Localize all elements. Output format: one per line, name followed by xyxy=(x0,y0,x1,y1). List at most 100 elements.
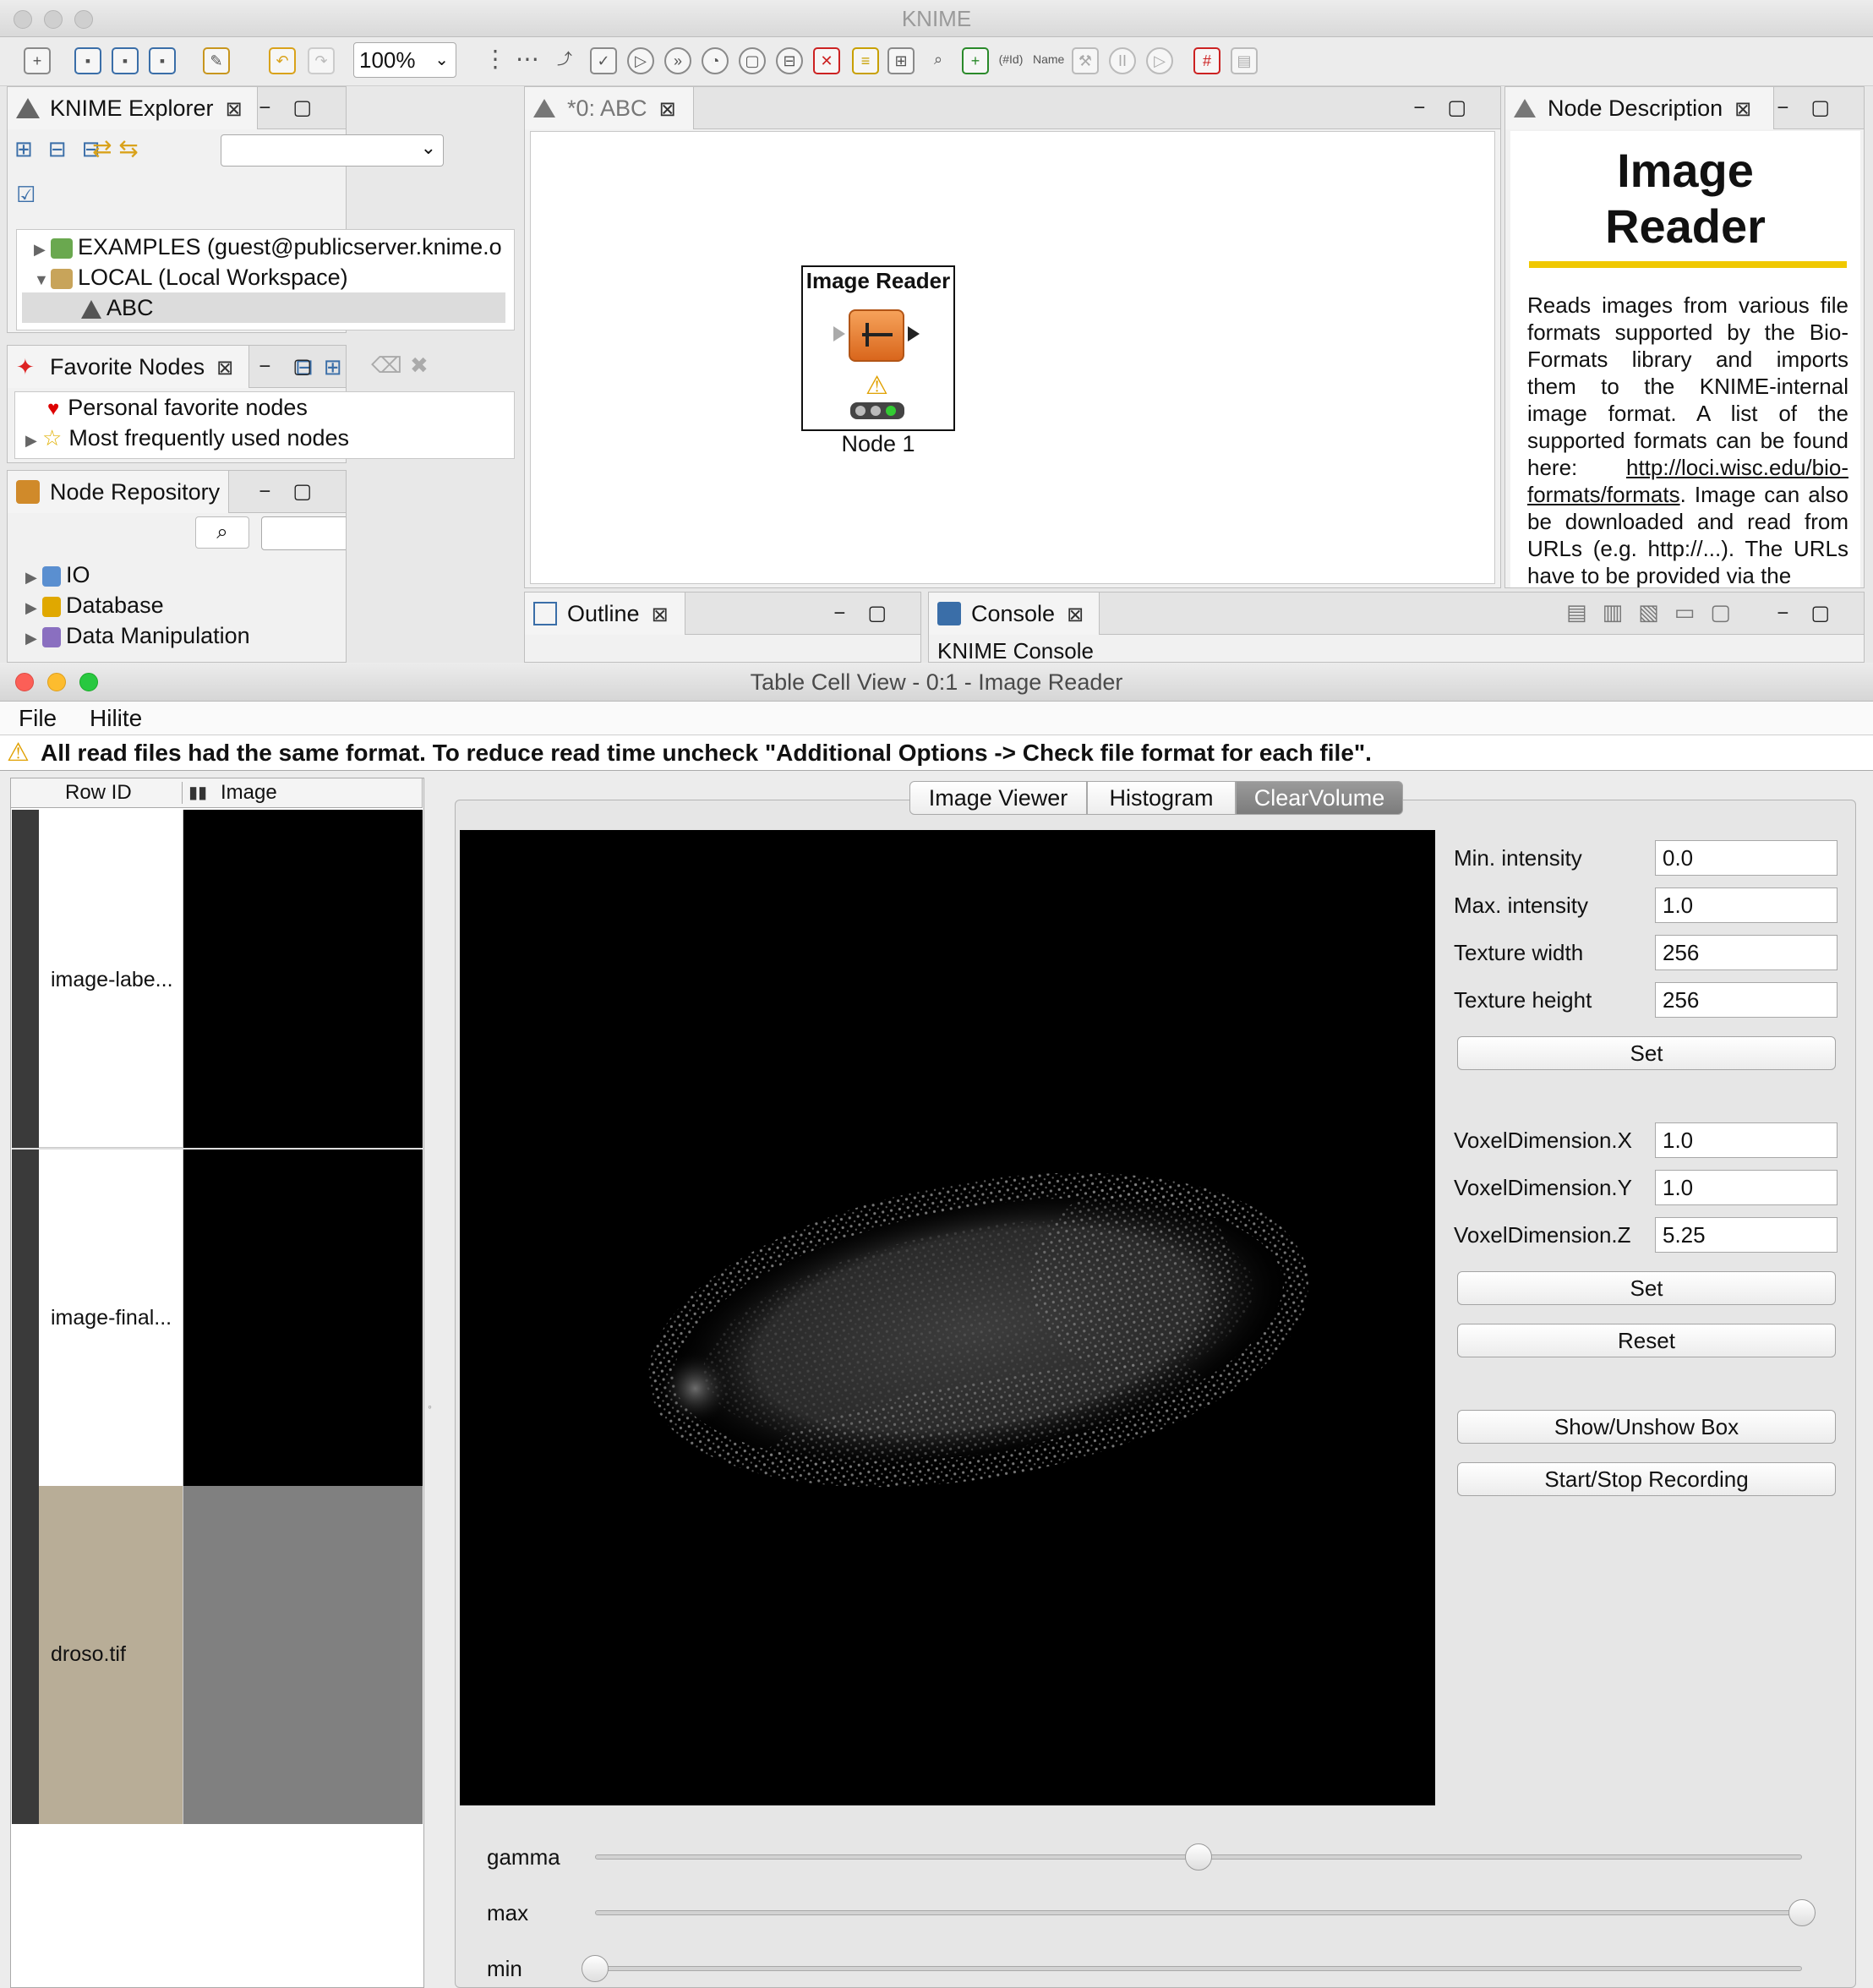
tab-workflow-abc[interactable]: *0: ABC ⊠ xyxy=(525,87,694,129)
auto-layout-icon[interactable]: ⤴ xyxy=(551,47,578,74)
expand-arrow-icon[interactable]: ▶ xyxy=(25,425,42,456)
show-box-button[interactable]: Show/Unshow Box xyxy=(1457,1410,1836,1444)
close-icon[interactable]: ⊠ xyxy=(659,98,676,121)
grid-icon[interactable]: # xyxy=(1193,47,1220,74)
save-as-icon[interactable]: ▪ xyxy=(112,47,139,74)
view-minmax-controls[interactable]: −▢ xyxy=(833,601,909,625)
execute-icon[interactable]: ▷ xyxy=(627,47,654,74)
node-label[interactable]: Node 1 xyxy=(801,431,955,457)
input-port-icon[interactable] xyxy=(833,326,845,341)
sync-icon[interactable]: ⇄ ⇆ xyxy=(92,134,139,162)
table-row[interactable]: image-labe... xyxy=(12,810,423,1148)
wrench-icon[interactable]: ⚒ xyxy=(1072,47,1099,74)
repository-search-input[interactable]: ⌄ xyxy=(261,516,346,550)
close-window-button[interactable] xyxy=(15,673,34,691)
menu-hilite[interactable]: Hilite xyxy=(90,702,142,735)
min-slider-knob[interactable] xyxy=(582,1955,609,1982)
close-icon[interactable]: ⊠ xyxy=(1734,98,1751,121)
set-texture-button[interactable]: Set xyxy=(1457,1036,1836,1070)
mountpoint-select[interactable]: ⌄ xyxy=(221,134,444,167)
cancel-icon[interactable]: ▢ xyxy=(739,47,766,74)
align-horizontal-icon[interactable]: ⋯ xyxy=(514,47,541,74)
reset-icon[interactable]: ✕ xyxy=(813,47,840,74)
save-all-icon[interactable]: ▪ xyxy=(149,47,176,74)
max-slider-track[interactable] xyxy=(595,1910,1802,1915)
undo-icon[interactable]: ↶ xyxy=(269,47,296,74)
tab-node-description[interactable]: Node Description ⊠ xyxy=(1505,87,1774,129)
eraser-icon[interactable]: ⌫ xyxy=(371,352,402,379)
new-workflow-icon[interactable]: + xyxy=(24,47,51,74)
table-row[interactable]: image-final... xyxy=(12,1148,423,1488)
texture-width-field[interactable]: 256 xyxy=(1655,935,1838,970)
splitter-handle[interactable]: ◦ xyxy=(428,1400,432,1413)
redo-icon[interactable]: ↷ xyxy=(308,47,335,74)
execute-open-view-icon[interactable]: ◔ xyxy=(702,47,729,74)
minimize-window-button[interactable] xyxy=(47,673,66,691)
tab-favorite-nodes[interactable]: ✦ Favorite Nodes ⊠ xyxy=(8,346,249,388)
tab-knime-explorer[interactable]: KNIME Explorer ⊠ xyxy=(8,87,258,129)
table-row-selected[interactable]: droso.tif xyxy=(12,1486,423,1824)
output-port-icon[interactable] xyxy=(908,326,920,341)
tree-item-examples[interactable]: ▶ EXAMPLES (guest@publicserver.knime.o xyxy=(34,232,504,262)
tab-outline[interactable]: Outline ⊠ xyxy=(525,593,685,635)
search-icon[interactable]: ⌕ xyxy=(195,516,249,549)
row-selector[interactable] xyxy=(12,810,39,1148)
expand-arrow-icon[interactable]: ▶ xyxy=(25,562,42,593)
zoom-window-button[interactable] xyxy=(74,10,93,29)
step-icon[interactable]: II xyxy=(1109,47,1136,74)
node-name-icon[interactable]: Name xyxy=(1033,47,1064,74)
reset-button[interactable]: Reset xyxy=(1457,1324,1836,1357)
zoom-select[interactable]: 100% ⌄ xyxy=(353,42,456,78)
recording-button[interactable]: Start/Stop Recording xyxy=(1457,1462,1836,1496)
voxel-z-field[interactable]: 5.25 xyxy=(1655,1217,1838,1253)
meta-node-icon[interactable]: + xyxy=(962,47,989,74)
annotation-icon[interactable]: ≡ xyxy=(852,47,879,74)
flow-variable-icon[interactable]: (#Id) xyxy=(997,47,1024,74)
magnifier-icon[interactable]: ⌕ xyxy=(925,47,952,74)
expand-arrow-icon[interactable]: ▶ xyxy=(25,623,42,653)
edit-icon[interactable]: ✎ xyxy=(203,47,230,74)
grid-settings-icon[interactable]: ▤ xyxy=(1231,47,1258,74)
execute-all-icon[interactable]: » xyxy=(664,47,691,74)
texture-height-field[interactable]: 256 xyxy=(1655,982,1838,1018)
tab-console[interactable]: Console ⊠ xyxy=(929,593,1100,635)
volume-render-canvas[interactable] xyxy=(460,830,1435,1805)
view-minmax-controls[interactable]: −▢ xyxy=(1413,96,1488,120)
min-intensity-field[interactable]: 0.0 xyxy=(1655,840,1838,876)
close-window-button[interactable] xyxy=(14,10,32,29)
save-icon[interactable]: ▪ xyxy=(74,47,101,74)
favorites-personal[interactable]: ♥ Personal favorite nodes xyxy=(47,392,308,423)
tab-node-repository[interactable]: Node Repository xyxy=(8,471,229,513)
close-icon[interactable]: ⊠ xyxy=(1067,604,1084,626)
view-minmax-controls[interactable]: −▢ xyxy=(1777,601,1852,625)
open-view-icon[interactable]: ⊞ xyxy=(887,47,915,74)
repo-item-io[interactable]: ▶ IO xyxy=(25,560,90,590)
configure-explorer-icon[interactable]: ☑ xyxy=(16,182,35,208)
zoom-window-button[interactable] xyxy=(79,673,98,691)
close-icon[interactable]: ⊠ xyxy=(226,98,243,121)
favorites-frequent[interactable]: ▶ ☆ Most frequently used nodes xyxy=(25,423,349,453)
repo-item-data-manipulation[interactable]: ▶ Data Manipulation xyxy=(25,620,250,651)
expand-arrow-icon[interactable]: ▶ xyxy=(34,234,51,262)
tree-item-local[interactable]: ▼ LOCAL (Local Workspace) xyxy=(34,262,348,292)
image-reader-node[interactable]: Image Reader ⚠ xyxy=(801,265,955,431)
expand-arrow-icon[interactable]: ▶ xyxy=(25,593,42,623)
row-selector[interactable] xyxy=(12,1486,39,1824)
repo-item-database[interactable]: ▶ Database xyxy=(25,590,164,620)
row-selector[interactable] xyxy=(12,1150,39,1488)
minimize-window-button[interactable] xyxy=(44,10,63,29)
menu-file[interactable]: File xyxy=(19,702,57,735)
close-icon[interactable]: ⊠ xyxy=(652,604,669,626)
tab-histogram[interactable]: Histogram xyxy=(1087,781,1236,815)
collapse-arrow-icon[interactable]: ▼ xyxy=(34,265,51,295)
column-header-rowid[interactable]: Row ID xyxy=(65,778,132,807)
close-icon[interactable]: ⊠ xyxy=(216,357,233,380)
tree-item-abc[interactable]: ABC xyxy=(22,292,505,323)
voxel-x-field[interactable]: 1.0 xyxy=(1655,1122,1838,1158)
tab-image-viewer[interactable]: Image Viewer xyxy=(909,781,1087,815)
gamma-slider-knob[interactable] xyxy=(1185,1843,1212,1871)
tab-clearvolume[interactable]: ClearVolume xyxy=(1236,781,1403,815)
column-header-image[interactable]: Image xyxy=(221,778,277,807)
configure-icon[interactable]: ✓ xyxy=(590,47,617,74)
min-slider-track[interactable] xyxy=(595,1966,1802,1971)
